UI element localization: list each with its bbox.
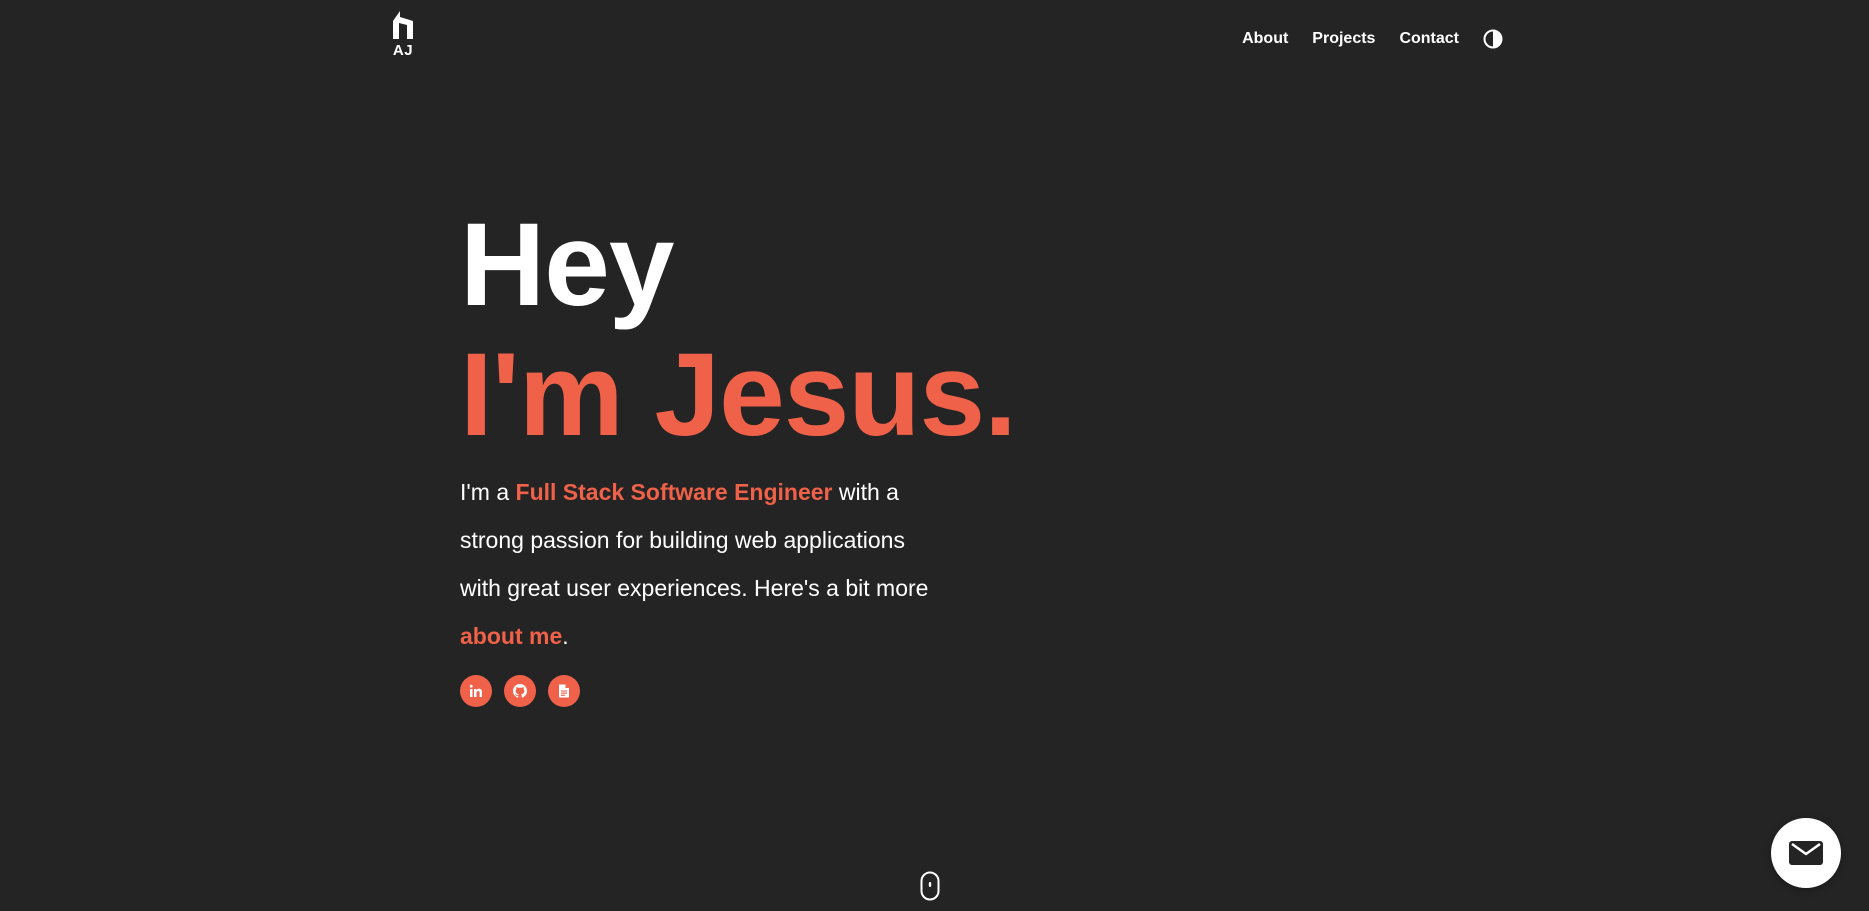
hero-heading: Hey I'm Jesus. xyxy=(460,199,1017,461)
contact-mail-button[interactable] xyxy=(1771,818,1841,888)
linkedin-icon xyxy=(469,684,482,697)
resume-link[interactable] xyxy=(548,675,580,707)
nav-contact-link[interactable]: Contact xyxy=(1399,28,1459,50)
envelope-icon xyxy=(1789,841,1823,865)
greeting-heading: Hey xyxy=(460,199,674,331)
theme-toggle-button[interactable] xyxy=(1483,29,1503,49)
main-nav: About Projects Contact xyxy=(1218,28,1503,50)
scroll-down-indicator[interactable] xyxy=(920,871,940,901)
mouse-scroll-icon xyxy=(920,871,940,901)
role-highlight: Full Stack Software Engineer xyxy=(515,479,833,505)
resume-document-icon xyxy=(559,684,569,698)
intro-paragraph: I'm a Full Stack Software Engineer with … xyxy=(460,468,930,660)
nav-about-link[interactable]: About xyxy=(1242,28,1288,50)
name-heading: I'm Jesus. xyxy=(460,329,1017,461)
nav-projects-link[interactable]: Projects xyxy=(1312,28,1375,50)
linkedin-link[interactable] xyxy=(460,675,492,707)
home-arrow-logo-icon xyxy=(393,11,413,39)
home-logo-link[interactable]: AJ xyxy=(386,9,420,61)
github-icon xyxy=(513,684,527,698)
intro-suffix: . xyxy=(562,623,569,649)
half-circle-contrast-icon xyxy=(1483,29,1503,49)
logo-text: AJ xyxy=(392,42,414,59)
intro-prefix: I'm a xyxy=(460,479,516,505)
social-links xyxy=(460,675,580,707)
about-me-link[interactable]: about me xyxy=(460,623,562,649)
page: AJ About Projects Contact Hey I'm Jesus.… xyxy=(0,0,1869,911)
github-link[interactable] xyxy=(504,675,536,707)
